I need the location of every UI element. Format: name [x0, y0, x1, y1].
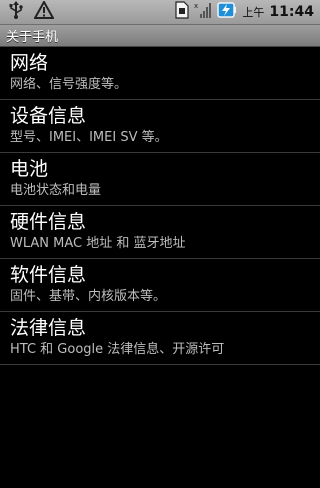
- list-item-network[interactable]: 网络 网络、信号强度等。: [0, 47, 320, 100]
- status-bar: x 上午 11:44: [0, 0, 320, 25]
- list-item-hardware-info[interactable]: 硬件信息 WLAN MAC 地址 和 蓝牙地址: [0, 206, 320, 259]
- item-summary: WLAN MAC 地址 和 蓝牙地址: [10, 236, 186, 251]
- item-summary: 网络、信号强度等。: [10, 77, 128, 92]
- list-item-software-info[interactable]: 软件信息 固件、基带、内核版本等。: [0, 259, 320, 312]
- item-title: 法律信息: [10, 317, 87, 339]
- clock: 11:44: [269, 4, 314, 20]
- battery-charging-icon: [217, 1, 237, 23]
- item-summary: HTC 和 Google 法律信息、开源许可: [10, 342, 225, 357]
- item-summary: 电池状态和电量: [10, 183, 102, 198]
- list-item-legal-info[interactable]: 法律信息 HTC 和 Google 法律信息、开源许可: [0, 312, 320, 365]
- item-title: 软件信息: [10, 264, 87, 286]
- item-title: 网络: [10, 52, 49, 74]
- item-title: 电池: [10, 158, 49, 180]
- usb-icon: [8, 1, 24, 23]
- settings-list: 网络 网络、信号强度等。 设备信息 型号、IMEI、IMEI SV 等。 电池 …: [0, 47, 320, 365]
- page-title: 关于手机: [6, 30, 59, 45]
- item-title: 设备信息: [10, 105, 87, 127]
- am-pm-label: 上午: [242, 6, 265, 19]
- signal-icon: x: [194, 1, 212, 23]
- sim-icon: [175, 1, 190, 23]
- warning-icon: [33, 0, 55, 23]
- list-item-device-info[interactable]: 设备信息 型号、IMEI、IMEI SV 等。: [0, 100, 320, 153]
- item-summary: 固件、基带、内核版本等。: [10, 289, 167, 304]
- item-title: 硬件信息: [10, 211, 87, 233]
- title-bar: 关于手机: [0, 25, 320, 47]
- item-summary: 型号、IMEI、IMEI SV 等。: [10, 130, 168, 145]
- list-item-battery[interactable]: 电池 电池状态和电量: [0, 153, 320, 206]
- svg-text:x: x: [194, 2, 198, 10]
